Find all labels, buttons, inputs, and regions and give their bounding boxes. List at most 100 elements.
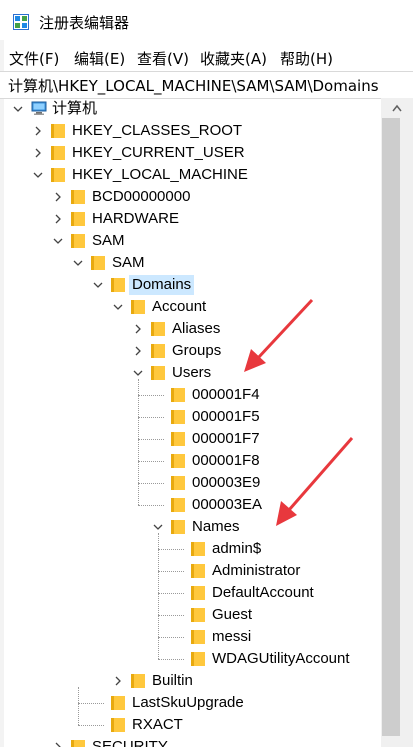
tree-item-label[interactable]: Users bbox=[169, 363, 214, 383]
folder-icon bbox=[191, 542, 205, 556]
tree-item-label[interactable]: SAM bbox=[89, 231, 128, 251]
menu-view[interactable]: 查看(V) bbox=[137, 48, 189, 69]
chevron-right-icon[interactable] bbox=[53, 742, 63, 747]
tree-item-label[interactable]: 000001F7 bbox=[189, 429, 263, 449]
tree-item-label[interactable]: HKEY_LOCAL_MACHINE bbox=[69, 165, 251, 185]
tree-item-label[interactable]: admin$ bbox=[209, 539, 264, 559]
tree-item-label[interactable]: messi bbox=[209, 627, 254, 647]
scrollbar-thumb[interactable] bbox=[382, 118, 400, 736]
folder-icon bbox=[131, 300, 145, 314]
tree-connector bbox=[138, 483, 164, 484]
folder-icon bbox=[171, 476, 185, 490]
tree-connector bbox=[158, 615, 184, 616]
folder-icon bbox=[171, 520, 185, 534]
chevron-down-icon[interactable] bbox=[133, 368, 143, 378]
computer-icon bbox=[31, 101, 47, 115]
folder-icon bbox=[191, 586, 205, 600]
tree-item-label[interactable]: HKEY_CLASSES_ROOT bbox=[69, 121, 245, 141]
tree-item-label[interactable]: Groups bbox=[169, 341, 224, 361]
folder-icon bbox=[171, 388, 185, 402]
folder-icon bbox=[151, 344, 165, 358]
tree-item-label[interactable]: SAM bbox=[109, 253, 148, 273]
folder-icon bbox=[51, 146, 65, 160]
folder-icon bbox=[191, 564, 205, 578]
tree-item-label[interactable]: Builtin bbox=[149, 671, 196, 691]
menu-file[interactable]: 文件(F) bbox=[9, 48, 59, 69]
tree-item-label[interactable]: Names bbox=[189, 517, 243, 537]
chevron-down-icon[interactable] bbox=[93, 280, 103, 290]
chevron-right-icon[interactable] bbox=[33, 148, 43, 158]
tree-item-label[interactable]: 000003E9 bbox=[189, 473, 263, 493]
tree-connector bbox=[158, 571, 184, 572]
folder-icon bbox=[151, 366, 165, 380]
chevron-right-icon[interactable] bbox=[113, 676, 123, 686]
chevron-down-icon[interactable] bbox=[113, 302, 123, 312]
chevron-down-icon[interactable] bbox=[53, 236, 63, 246]
folder-icon bbox=[71, 740, 85, 747]
tree-item-label[interactable]: SECURITY bbox=[89, 737, 171, 747]
registry-tree[interactable]: 计算机 HKEY_CLASSES_ROOT HKEY_CURRENT_USER HKE… bbox=[0, 98, 381, 747]
folder-icon bbox=[171, 410, 185, 424]
tree-item-label[interactable]: LastSkuUpgrade bbox=[129, 693, 247, 713]
tree-connector bbox=[78, 725, 104, 726]
tree-connector bbox=[138, 417, 164, 418]
tree-item-label[interactable]: 计算机 bbox=[49, 99, 100, 119]
folder-icon bbox=[111, 278, 125, 292]
tree-item-label[interactable]: Administrator bbox=[209, 561, 303, 581]
tree-item-label[interactable]: 000001F8 bbox=[189, 451, 263, 471]
scroll-up-icon[interactable] bbox=[392, 104, 402, 112]
tree-connector bbox=[138, 505, 164, 506]
chevron-down-icon[interactable] bbox=[13, 104, 23, 114]
tree-connector bbox=[138, 461, 164, 462]
tree-trunk bbox=[158, 533, 159, 659]
folder-icon bbox=[191, 630, 205, 644]
menu-edit[interactable]: 编辑(E) bbox=[74, 48, 125, 69]
menu-help[interactable]: 帮助(H) bbox=[280, 48, 333, 69]
chevron-down-icon[interactable] bbox=[153, 522, 163, 532]
chevron-down-icon[interactable] bbox=[33, 170, 43, 180]
folder-icon bbox=[71, 234, 85, 248]
tree-item-label[interactable]: 000003EA bbox=[189, 495, 265, 515]
folder-icon bbox=[71, 212, 85, 226]
menu-favorites[interactable]: 收藏夹(A) bbox=[200, 48, 267, 69]
tree-trunk bbox=[78, 687, 79, 725]
vertical-scrollbar[interactable] bbox=[381, 98, 413, 747]
tree-item-label[interactable]: DefaultAccount bbox=[209, 583, 317, 603]
tree-item-label[interactable]: Guest bbox=[209, 605, 255, 625]
folder-icon bbox=[151, 322, 165, 336]
chevron-right-icon[interactable] bbox=[33, 126, 43, 136]
tree-item-label[interactable]: Domains bbox=[129, 275, 195, 295]
folder-icon bbox=[171, 432, 185, 446]
tree-item-label[interactable]: Account bbox=[149, 297, 209, 317]
tree-item-label[interactable]: 000001F5 bbox=[189, 407, 263, 427]
tree-item-label[interactable]: 000001F4 bbox=[189, 385, 263, 405]
tree-item-label[interactable]: HKEY_CURRENT_USER bbox=[69, 143, 248, 163]
folder-icon bbox=[191, 652, 205, 666]
address-bar[interactable]: 计算机\HKEY_LOCAL_MACHINE\SAM\SAM\Domains bbox=[0, 71, 413, 99]
chevron-right-icon[interactable] bbox=[53, 192, 63, 202]
tree-item-label[interactable]: Aliases bbox=[169, 319, 223, 339]
tree-item-label[interactable]: RXACT bbox=[129, 715, 186, 735]
chevron-down-icon[interactable] bbox=[73, 258, 83, 268]
chevron-right-icon[interactable] bbox=[133, 346, 143, 356]
folder-icon bbox=[131, 674, 145, 688]
folder-icon bbox=[91, 256, 105, 270]
folder-icon bbox=[51, 168, 65, 182]
folder-icon bbox=[111, 718, 125, 732]
tree-connector bbox=[78, 703, 104, 704]
tree-connector bbox=[138, 395, 164, 396]
folder-icon bbox=[71, 190, 85, 204]
chevron-right-icon[interactable] bbox=[133, 324, 143, 334]
tree-item-label[interactable]: WDAGUtilityAccount bbox=[209, 649, 353, 669]
tree-connector bbox=[158, 549, 184, 550]
chevron-right-icon[interactable] bbox=[53, 214, 63, 224]
title-bar[interactable]: 注册表编辑器 bbox=[0, 0, 413, 40]
folder-icon bbox=[111, 696, 125, 710]
folder-icon bbox=[191, 608, 205, 622]
tree-trunk bbox=[138, 379, 139, 505]
tree-item-label[interactable]: BCD00000000 bbox=[89, 187, 193, 207]
tree-connector bbox=[158, 659, 184, 660]
tree-connector bbox=[138, 439, 164, 440]
address-path[interactable]: 计算机\HKEY_LOCAL_MACHINE\SAM\SAM\Domains bbox=[8, 75, 379, 96]
tree-item-label[interactable]: HARDWARE bbox=[89, 209, 182, 229]
